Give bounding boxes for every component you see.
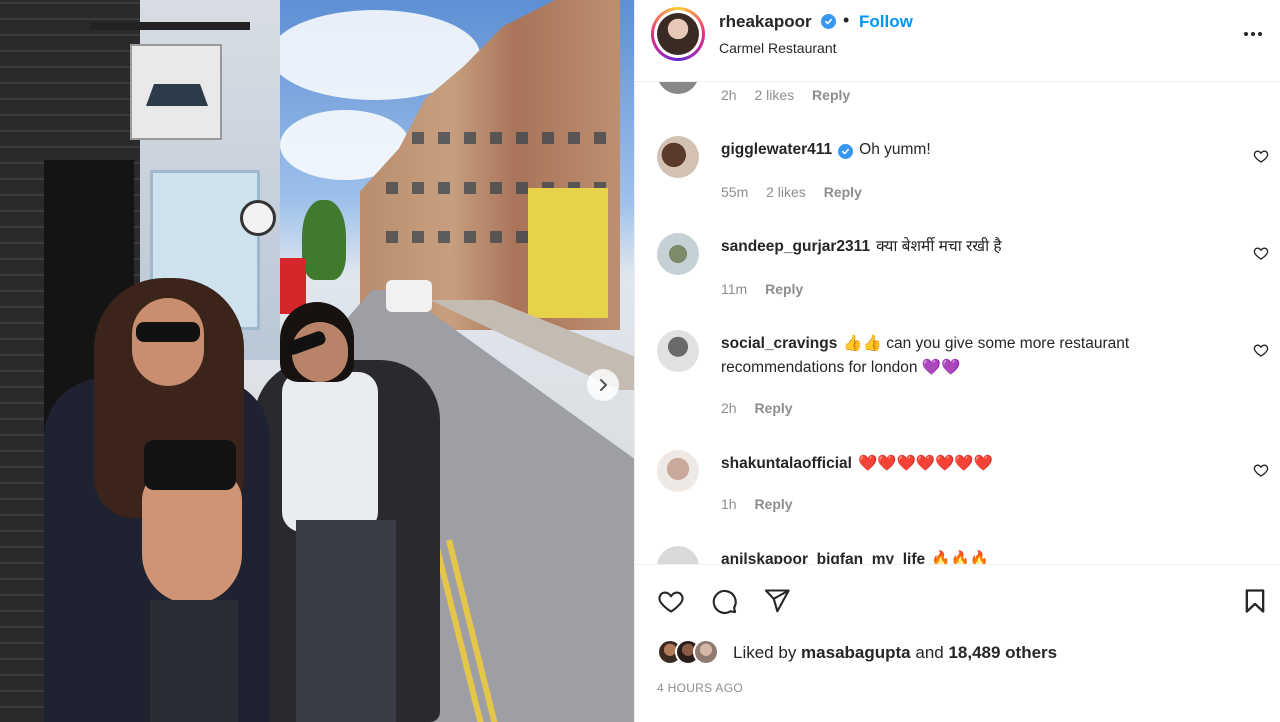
comment-meta: 2h 2 likes Reply xyxy=(721,87,864,103)
more-options-button[interactable] xyxy=(1239,22,1267,46)
comment-like-button[interactable] xyxy=(1253,342,1271,360)
commenter-username[interactable]: gigglewater411 xyxy=(721,141,832,158)
verified-badge-icon xyxy=(821,14,836,29)
person-left-face xyxy=(132,298,204,386)
liked-by-user[interactable]: masabagupta xyxy=(801,643,911,662)
person-left-leggings xyxy=(150,600,238,722)
comment-button[interactable] xyxy=(708,585,740,617)
save-button[interactable] xyxy=(1239,585,1271,617)
post-timestamp[interactable]: 4 HOURS AGO xyxy=(657,681,743,695)
share-button[interactable] xyxy=(761,585,793,617)
comment-text: Oh yumm! xyxy=(859,141,931,158)
commenter-username[interactable]: social_cravings xyxy=(721,335,837,352)
comment-text: 🔥🔥🔥 xyxy=(931,551,990,564)
comments-list[interactable]: 2h 2 likes Reply gigglewater411 Oh yumm! … xyxy=(635,82,1280,564)
commenter-avatar[interactable] xyxy=(657,546,699,564)
heart-icon xyxy=(1253,247,1269,260)
person-left-torso xyxy=(142,470,242,604)
commenter-avatar[interactable] xyxy=(657,233,699,275)
comment-like-button[interactable] xyxy=(1253,462,1271,480)
person-left-sunglasses xyxy=(136,322,200,342)
heart-icon xyxy=(1253,464,1269,477)
commenter-username[interactable]: anilskapoor_bigfan_my_life xyxy=(721,551,925,564)
reply-button[interactable]: Reply xyxy=(765,281,803,297)
comment-meta: 1h Reply xyxy=(721,496,807,512)
next-photo-button[interactable] xyxy=(587,369,619,401)
separator-dot: • xyxy=(843,10,850,30)
reply-button[interactable]: Reply xyxy=(824,184,862,200)
tree xyxy=(302,200,346,280)
post-location[interactable]: Carmel Restaurant xyxy=(719,40,837,56)
post-sidebar: rheakapoor • Follow Carmel Restaurant 2h… xyxy=(634,0,1280,722)
likes-count[interactable]: 18,489 others xyxy=(948,643,1057,662)
share-icon xyxy=(764,589,790,613)
comment-likes[interactable]: 2 likes xyxy=(754,87,794,103)
hanging-sign xyxy=(130,44,222,140)
comment-time: 11m xyxy=(721,281,748,297)
author-avatar[interactable] xyxy=(651,7,705,61)
commenter-avatar[interactable] xyxy=(657,136,699,178)
van xyxy=(386,280,432,312)
commenter-username[interactable]: shakuntalaofficial xyxy=(721,455,852,472)
liked-by-text: Liked by masabagupta and 18,489 others xyxy=(733,643,1058,662)
yellow-shopfront xyxy=(528,188,608,318)
avatar xyxy=(693,639,719,665)
follow-button[interactable]: Follow xyxy=(859,12,913,32)
person-right-shirt xyxy=(282,372,378,532)
post-actions: Liked by masabagupta and 18,489 others 4… xyxy=(635,564,1280,722)
commenter-username[interactable]: sandeep_gurjar2311 xyxy=(721,238,870,255)
ellipsis-icon xyxy=(1244,32,1248,36)
comment-icon xyxy=(712,589,737,614)
street-clock xyxy=(240,200,276,236)
heart-icon xyxy=(1253,150,1269,163)
comment-like-button[interactable] xyxy=(1253,245,1271,263)
commenter-avatar[interactable] xyxy=(657,82,699,94)
comment-time: 1h xyxy=(721,496,737,512)
comment-meta: 2h Reply xyxy=(721,400,807,416)
chevron-right-icon xyxy=(600,379,607,391)
like-button[interactable] xyxy=(655,585,687,617)
bookmark-icon xyxy=(1245,589,1265,613)
person-right-pants xyxy=(296,520,396,722)
reply-button[interactable]: Reply xyxy=(754,400,792,416)
comment-like-button[interactable] xyxy=(1253,148,1271,166)
liked-by-avatars[interactable] xyxy=(657,639,727,667)
author-username[interactable]: rheakapoor xyxy=(719,12,812,32)
comment-text: ❤️❤️❤️❤️❤️❤️❤️ xyxy=(857,455,994,472)
reply-button[interactable]: Reply xyxy=(754,496,792,512)
heart-icon xyxy=(658,591,684,613)
commenter-avatar[interactable] xyxy=(657,450,699,492)
post-photo[interactable] xyxy=(0,0,634,722)
post-header: rheakapoor • Follow Carmel Restaurant xyxy=(635,0,1280,82)
reply-button[interactable]: Reply xyxy=(812,87,850,103)
comment-time: 2h xyxy=(721,87,737,103)
sign-bracket xyxy=(90,22,250,30)
commenter-avatar[interactable] xyxy=(657,330,699,372)
comment-meta: 11m Reply xyxy=(721,281,817,297)
comment-text: क्या बेशर्मी मचा रखी है xyxy=(876,238,1002,255)
comment-meta: 55m 2 likes Reply xyxy=(721,184,876,200)
heart-icon xyxy=(1253,344,1269,357)
comment-likes[interactable]: 2 likes xyxy=(766,184,806,200)
person-left-top xyxy=(144,440,236,490)
comment-time: 2h xyxy=(721,400,737,416)
verified-badge-icon xyxy=(838,144,854,159)
comment-time: 55m xyxy=(721,184,749,200)
